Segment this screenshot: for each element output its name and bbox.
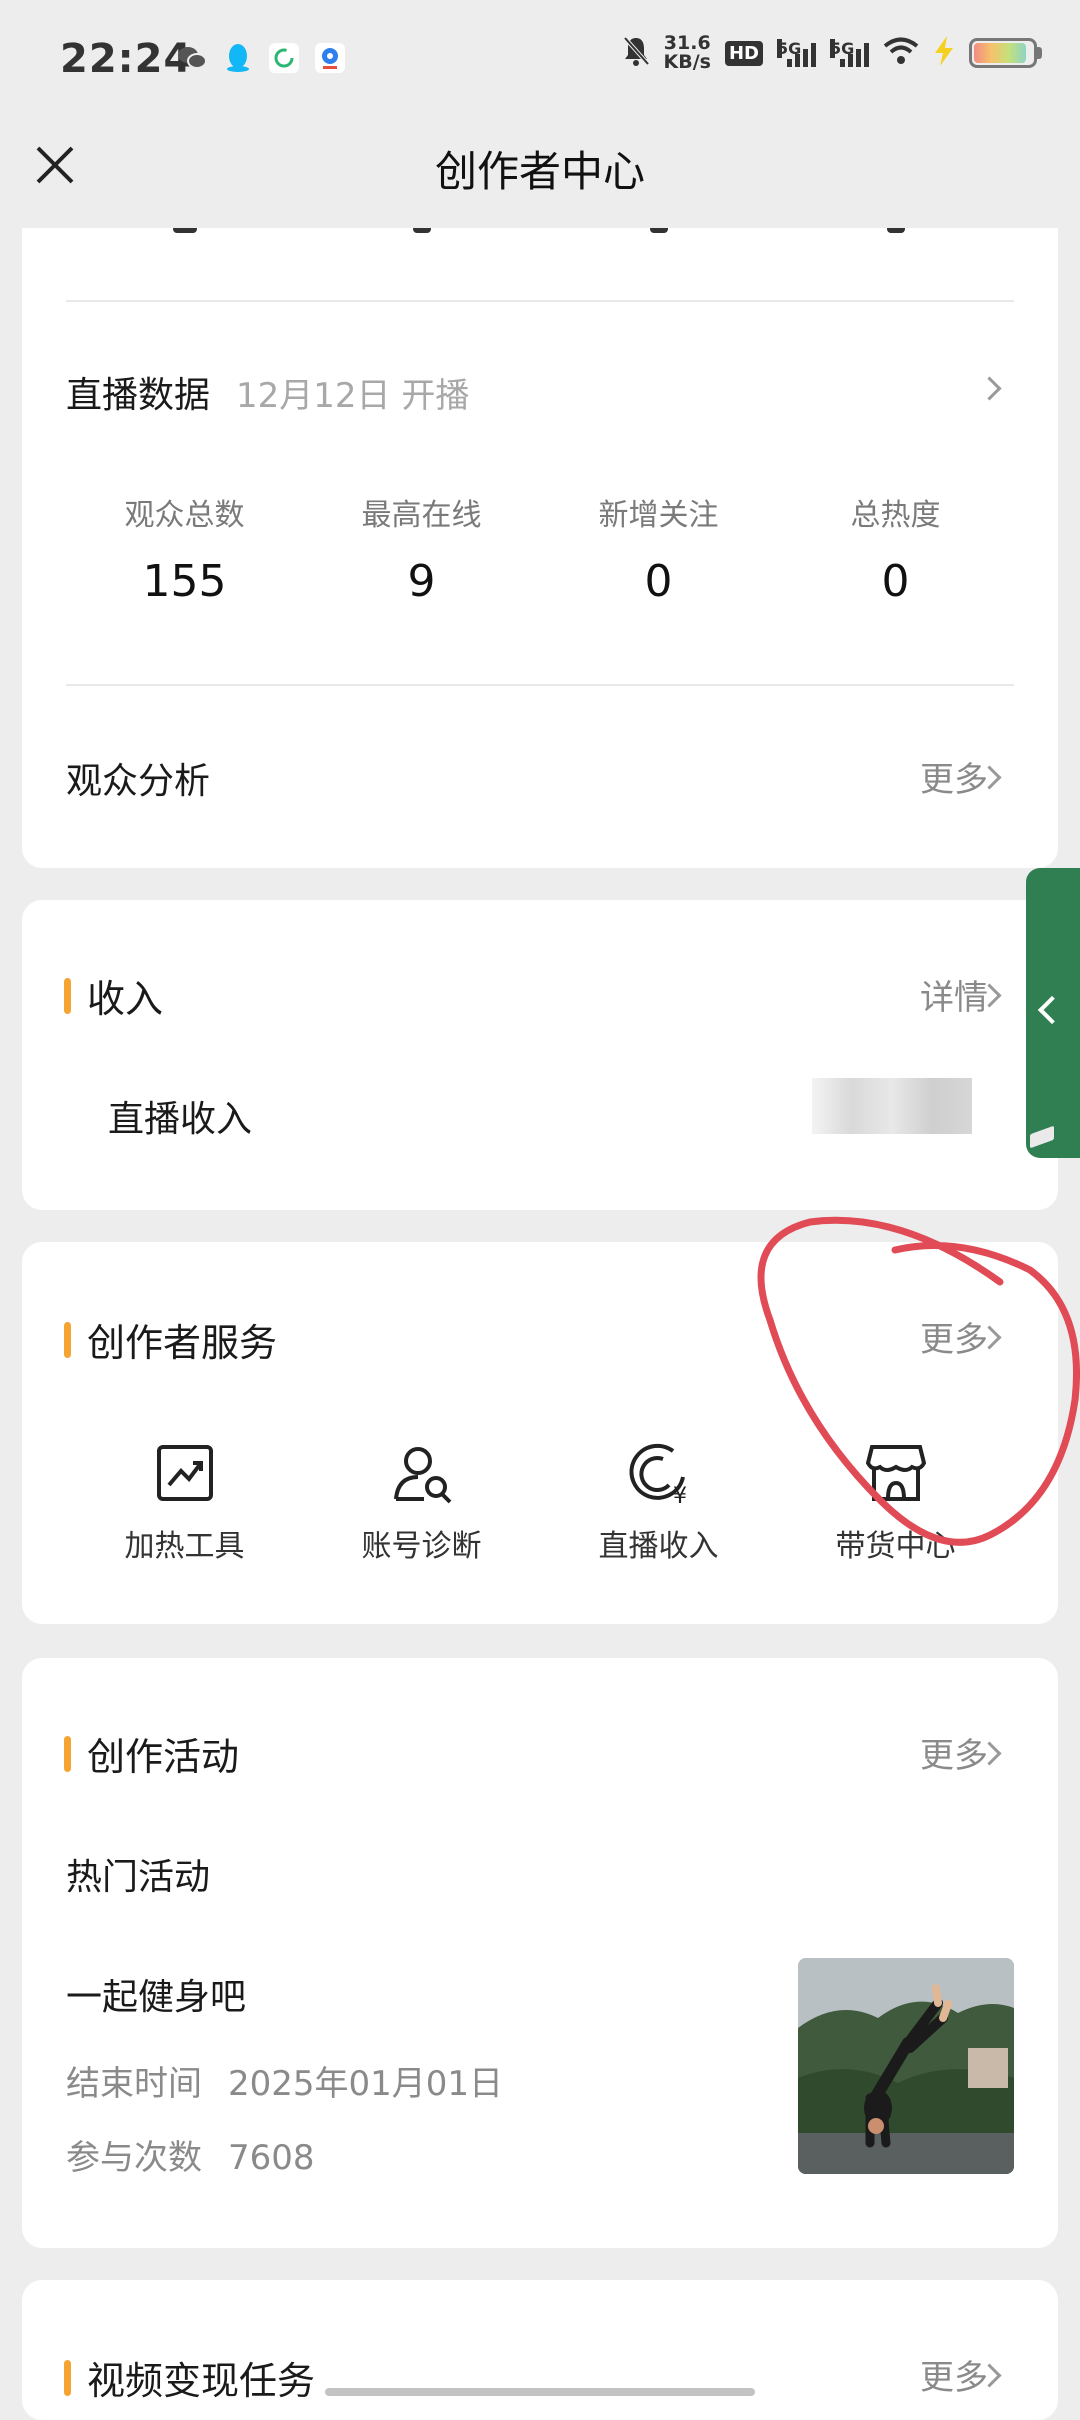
stat-new-followers: 新增关注 0 <box>540 490 777 607</box>
activities-header: 创作活动 <box>64 1726 239 1781</box>
service-sales-center[interactable]: 带货中心 <box>777 1437 1014 1565</box>
creative-activities-card: 创作活动 更多 热门活动 一起健身吧 结束时间 2025年01月01日 参与次数 7… <box>22 1658 1058 2248</box>
stat-value: 155 <box>142 556 227 607</box>
end-time-value: 2025年01月01日 <box>228 2064 504 2104</box>
income-header: 收入 <box>64 968 163 1023</box>
accent-bar <box>64 1321 71 1358</box>
signal-1-label: 5G <box>777 39 802 58</box>
status-bar: 22:24 31.6 KB/s HD 5G 5G <box>0 0 1080 118</box>
signal-1-icon: 5G <box>777 39 816 67</box>
stat-label: 最高在线 <box>361 498 482 533</box>
accent-bar <box>64 2359 71 2396</box>
activity-name: 一起健身吧 <box>66 1977 247 2018</box>
stat-value: 0 <box>881 556 910 607</box>
services-grid: 加热工具 账号诊断 ¥ 直播收入 带货中心 <box>66 1437 1014 1565</box>
signal-2-icon: 5G <box>830 39 869 67</box>
charging-icon <box>933 36 955 70</box>
svg-text:¥: ¥ <box>673 1484 687 1509</box>
service-account-diagnosis[interactable]: 账号诊断 <box>303 1437 540 1565</box>
stat-label: 观众总数 <box>124 498 245 533</box>
notification-icons <box>176 42 346 74</box>
top-nav: 创作者中心 <box>0 118 1080 228</box>
service-label: 账号诊断 <box>361 1529 482 1564</box>
chart-trend-icon <box>149 1437 221 1509</box>
services-header: 创作者服务 <box>64 1312 277 1367</box>
shop-icon <box>860 1437 932 1509</box>
activities-title: 创作活动 <box>87 1735 240 1779</box>
service-label: 带货中心 <box>835 1529 956 1564</box>
live-income-label: 直播收入 <box>108 1099 253 1140</box>
network-speed: 31.6 KB/s <box>664 34 711 72</box>
page-title: 创作者中心 <box>434 147 645 196</box>
status-time: 22:24 <box>60 36 193 82</box>
income-title: 收入 <box>87 977 164 1021</box>
side-drawer-tab[interactable] <box>1026 868 1080 1158</box>
service-label: 加热工具 <box>124 1529 245 1564</box>
service-live-income[interactable]: ¥ 直播收入 <box>540 1437 777 1565</box>
live-data-header[interactable]: 直播数据 12月12日 开播 <box>66 366 469 418</box>
divider <box>66 300 1014 302</box>
battery-icon <box>969 38 1042 68</box>
end-time-label: 结束时间 <box>66 2064 202 2104</box>
live-stats: 观众总数 155 最高在线 9 新增关注 0 总热度 0 <box>66 490 1014 607</box>
net-speed-unit: KB/s <box>663 51 711 73</box>
tab-reflection <box>1030 1125 1054 1149</box>
hot-activities-title: 热门活动 <box>66 1857 211 1898</box>
chevron-left-icon <box>1037 995 1067 1025</box>
stat-label: 新增关注 <box>598 498 719 533</box>
home-indicator[interactable] <box>325 2388 755 2396</box>
divider <box>66 684 1014 686</box>
hd-badge: HD <box>724 40 763 66</box>
accent-bar <box>64 977 71 1014</box>
wechat-icon <box>176 42 208 74</box>
chevron-right-icon[interactable] <box>977 376 1002 401</box>
stat-label: 总热度 <box>850 498 941 533</box>
live-data-title: 直播数据 <box>66 375 211 416</box>
bell-muted-icon <box>622 35 650 71</box>
video-tasks-header: 视频变现任务 <box>64 2350 315 2405</box>
qq-icon <box>222 42 254 74</box>
user-search-icon <box>386 1437 458 1509</box>
cutoff-previous-stats <box>66 228 1014 234</box>
participation-value: 7608 <box>228 2138 315 2178</box>
activity-end-time: 结束时间 2025年01月01日 <box>66 2056 503 2105</box>
battery-fill <box>974 43 1026 63</box>
live-data-card: 直播数据 12月12日 开播 观众总数 155 最高在线 9 新增关注 0 总热度… <box>22 228 1058 868</box>
wifi-icon <box>883 37 919 69</box>
blurred-income-value <box>812 1078 972 1134</box>
stat-total-audience: 观众总数 155 <box>66 490 303 607</box>
services-title: 创作者服务 <box>87 1321 278 1365</box>
participation-label: 参与次数 <box>66 2138 202 2178</box>
accent-bar <box>64 1735 71 1772</box>
service-heat-tool[interactable]: 加热工具 <box>66 1437 303 1565</box>
video-tasks-title: 视频变现任务 <box>87 2359 316 2403</box>
signal-2-label: 5G <box>830 39 855 58</box>
stat-value: 9 <box>407 556 436 607</box>
audience-analysis-title: 观众分析 <box>66 761 211 802</box>
activity-thumbnail[interactable] <box>798 1958 1014 2174</box>
stat-value: 0 <box>644 556 673 607</box>
stat-total-heat: 总热度 0 <box>777 490 1014 607</box>
system-status-icons: 31.6 KB/s HD 5G 5G <box>622 34 1042 72</box>
creator-services-card: 创作者服务 更多 加热工具 账号诊断 ¥ 直播收入 带货中心 <box>22 1242 1058 1624</box>
income-card: 收入 详情 直播收入 <box>22 900 1058 1210</box>
stat-peak-online: 最高在线 9 <box>303 490 540 607</box>
sync-icon <box>268 42 300 74</box>
live-data-date: 12月12日 开播 <box>236 376 470 416</box>
yuan-income-icon: ¥ <box>623 1437 695 1509</box>
service-label: 直播收入 <box>598 1529 719 1564</box>
activity-participation: 参与次数 7608 <box>66 2130 315 2179</box>
video-tasks-card: 视频变现任务 更多 <box>22 2280 1058 2420</box>
location-app-icon <box>314 42 346 74</box>
